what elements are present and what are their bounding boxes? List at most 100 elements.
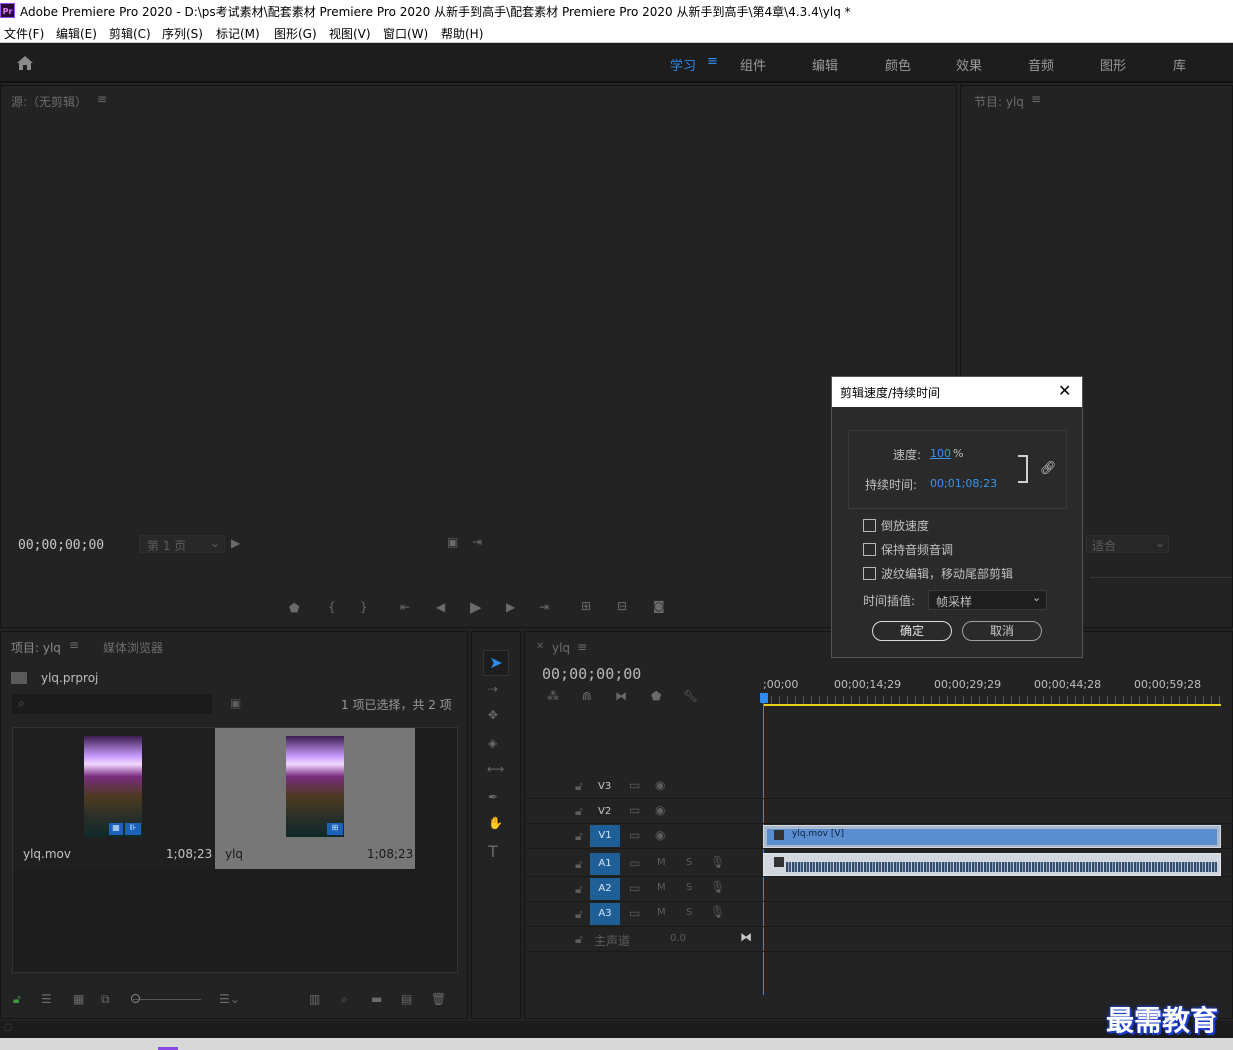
track-target-a2[interactable]: A2 [590,878,620,900]
eye-icon[interactable]: ◉ [655,803,665,817]
solo-button[interactable]: S [686,907,692,918]
keep-pitch-checkbox[interactable] [863,543,876,556]
ripple-edit-tool-icon[interactable]: ✥ [488,708,498,722]
microphone-icon[interactable]: 🎙︎ [710,855,725,869]
nest-icon[interactable]: ⁂ [547,689,559,703]
find-icon[interactable]: ⌕ [341,992,348,1007]
eye-icon[interactable]: ◉ [655,828,665,842]
razor-tool-icon[interactable]: ◈ [488,736,497,750]
lock-icon[interactable]: 🔓︎ [575,932,583,947]
cancel-button[interactable]: 取消 [962,621,1042,641]
lock-icon[interactable]: 🔓︎ [575,804,583,819]
timeline-timecode[interactable]: 00;00;00;00 [542,665,641,683]
workspace-tab-effects[interactable]: 效果 [956,55,982,74]
linked-selection-icon[interactable]: ⧓ [615,689,627,703]
insert-icon[interactable]: ⇥ [472,535,482,549]
master-volume-value[interactable]: 0.0 [670,933,686,944]
sync-lock-icon[interactable]: ▭ [629,856,640,870]
source-timecode[interactable]: 00;00;00;00 [18,538,104,553]
project-item-ylq-mov[interactable]: ▦ ⊪ ylq.mov 1;08;23 [13,728,214,869]
audio-clip[interactable] [763,853,1221,876]
time-interpolation-select[interactable]: 帧采样 ⌄ [928,590,1047,610]
freeform-view-icon[interactable]: ⧉ [101,992,110,1007]
speed-value[interactable]: 100 [930,447,951,460]
automate-icon[interactable]: ▥ [309,992,320,1006]
menu-view[interactable]: 视图(V) [329,25,371,42]
play-arrow-icon[interactable]: ▶ [231,536,240,550]
track-target-a3[interactable]: A3 [590,903,620,925]
close-icon[interactable]: ✕ [536,641,544,652]
sequence-tab[interactable]: ylq [552,641,570,655]
program-monitor-title[interactable]: 节目: ylq [974,93,1024,110]
workspace-tab-assembly[interactable]: 组件 [740,55,766,74]
settings-square-icon[interactable]: ▣ [447,535,458,549]
track-select-tool-icon[interactable]: ⇢ [488,682,498,696]
panel-menu-icon[interactable]: ≡ [97,92,107,106]
mark-out-icon[interactable]: } [360,600,368,614]
workspace-tab-color[interactable]: 颜色 [885,55,911,74]
solo-button[interactable]: S [686,882,692,893]
track-target-v1[interactable]: V1 [590,825,620,847]
play-icon[interactable]: ▶ [470,598,482,616]
new-item-icon[interactable]: ▤ [401,992,412,1006]
solo-button[interactable]: S [686,857,692,868]
sync-lock-icon[interactable]: ▭ [629,778,640,792]
wrench-icon[interactable]: 🔧︎ [683,689,698,703]
eye-icon[interactable]: ◉ [655,778,665,792]
trash-icon[interactable]: 🗑︎ [431,992,446,1006]
tab-project[interactable]: 项目: ylq [11,639,61,656]
menu-sequence[interactable]: 序列(S) [162,25,203,42]
pen-tool-icon[interactable]: ✒ [488,790,498,804]
menu-graphics[interactable]: 图形(G) [274,25,317,42]
workspace-tab-graphics[interactable]: 图形 [1100,55,1126,74]
go-to-out-icon[interactable]: ⇥ [539,600,549,614]
close-icon[interactable]: ✕ [1058,381,1071,400]
workspace-tab-libraries[interactable]: 库 [1173,55,1186,74]
sort-icon[interactable]: ☰⌄ [219,992,240,1006]
go-to-end-icon[interactable]: ⧓ [740,930,752,944]
panel-menu-icon[interactable]: ≡ [1031,92,1041,106]
go-to-in-icon[interactable]: ⇤ [400,600,410,614]
lock-icon[interactable]: 🔓︎ [575,857,583,872]
zoom-slider[interactable] [133,999,201,1000]
track-label-v3[interactable]: V3 [598,781,611,792]
microphone-icon[interactable]: 🎙︎ [710,880,725,894]
lock-icon[interactable]: 🔓︎ [575,882,583,897]
menu-edit[interactable]: 编辑(E) [56,25,97,42]
sync-lock-icon[interactable]: ▭ [629,803,640,817]
reverse-speed-checkbox[interactable] [863,519,876,532]
menu-file[interactable]: 文件(F) [4,25,44,42]
hand-tool-icon[interactable]: ✋ [488,816,503,830]
ok-button[interactable]: 确定 [872,621,952,641]
panel-menu-icon[interactable]: ≡ [69,638,79,652]
lock-icon[interactable]: 🔓︎ [575,779,583,794]
workspace-tab-learn[interactable]: 学习 [670,55,696,74]
insert-clip-icon[interactable]: ⊞ [581,599,591,613]
sync-lock-icon[interactable]: ▭ [629,881,640,895]
camera-icon[interactable]: ◙ [653,599,665,613]
list-view-icon[interactable]: ☰ [41,992,52,1006]
source-monitor-title[interactable]: 源:（无剪辑） [11,93,87,110]
track-target-a1[interactable]: A1 [590,853,620,875]
mute-button[interactable]: M [657,907,666,918]
home-icon[interactable] [16,55,34,71]
menu-window[interactable]: 窗口(W) [383,25,428,42]
new-bin-icon[interactable]: ▬ [371,992,382,1006]
zoom-select[interactable]: 适合 ⌄ [1086,535,1169,553]
slip-tool-icon[interactable]: ⟷ [487,762,504,776]
mark-in-icon[interactable]: { [328,600,336,614]
page-select[interactable]: 第 1 页 ⌄ [139,535,225,553]
marker-icon[interactable]: ⬟ [289,601,299,615]
type-tool-icon[interactable]: T [488,842,498,861]
lock-icon[interactable]: 🔓︎ [575,829,583,844]
menu-marker[interactable]: 标记(M) [216,25,260,42]
lock-icon[interactable]: 🔓︎ [13,992,21,1007]
project-item-ylq-sequence[interactable]: ⊞ ylq 1;08;23 [215,728,415,869]
snap-icon[interactable]: ⋒ [582,689,592,703]
menu-clip[interactable]: 剪辑(C) [109,25,151,42]
sync-lock-icon[interactable]: ▭ [629,906,640,920]
zoom-slider-handle[interactable] [131,994,140,1003]
playhead-handle[interactable] [760,693,768,703]
tab-media-browser[interactable]: 媒体浏览器 [103,639,163,656]
duration-value[interactable]: 00;01;08;23 [930,477,997,490]
